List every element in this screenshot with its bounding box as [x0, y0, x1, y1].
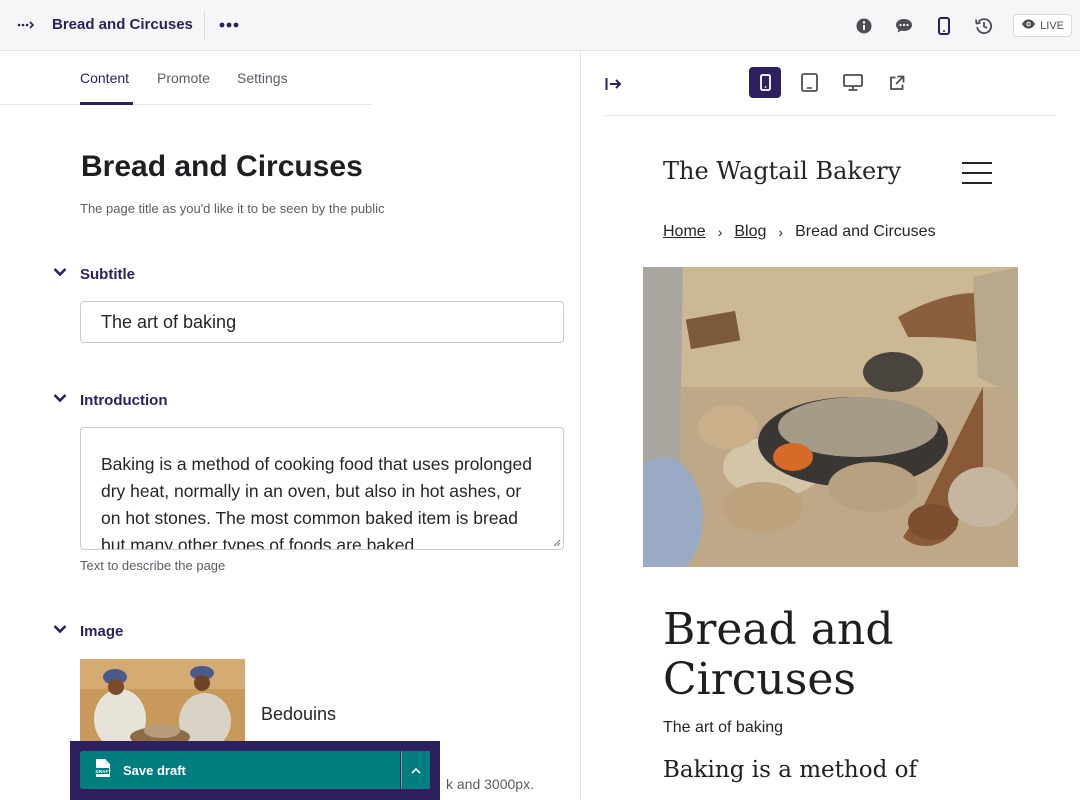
- active-tab-indicator: [80, 102, 133, 105]
- collapse-preview-icon[interactable]: [603, 75, 623, 93]
- introduction-label: Introduction: [80, 391, 168, 409]
- editor-panel: Content Promote Settings Bread and Circu…: [0, 51, 580, 800]
- tab-settings[interactable]: Settings: [237, 70, 288, 86]
- save-draft-label: Save draft: [123, 762, 186, 778]
- hamburger-menu-icon[interactable]: [962, 162, 992, 184]
- eye-icon: [1021, 19, 1036, 32]
- image-label: Image: [80, 622, 124, 640]
- image-name: Bedouins: [261, 704, 337, 724]
- live-status-badge[interactable]: LIVE: [1013, 14, 1072, 37]
- svg-text:DRAFT: DRAFT: [96, 769, 112, 774]
- tab-content[interactable]: Content: [80, 70, 129, 86]
- breadcrumb-home-link[interactable]: Home: [663, 223, 706, 241]
- top-header: Bread and Circuses LIVE: [0, 0, 1080, 51]
- editor-tabs: Content Promote Settings: [0, 51, 372, 105]
- header-actions: [850, 14, 998, 38]
- header-divider: [204, 11, 205, 40]
- subtitle-label: Subtitle: [80, 265, 135, 283]
- introduction-text: Baking is a method of cooking food that …: [101, 454, 532, 550]
- live-label: LIVE: [1040, 19, 1064, 32]
- external-link-icon[interactable]: [881, 67, 913, 98]
- introduction-help-text: Text to describe the page: [80, 558, 226, 573]
- image-thumbnail[interactable]: [80, 659, 245, 749]
- mobile-preview-icon[interactable]: [930, 14, 958, 38]
- breadcrumb-current: Bread and Circuses: [795, 223, 936, 240]
- site-brand[interactable]: The Wagtail Bakery: [663, 157, 901, 185]
- breadcrumb: Home › Blog › Bread and Circuses: [663, 223, 936, 241]
- introduction-section-toggle[interactable]: Introduction: [52, 390, 167, 410]
- subtitle-input[interactable]: The art of baking: [80, 301, 564, 343]
- breadcrumb-chevron-icon: ›: [717, 224, 723, 240]
- more-icon[interactable]: [216, 14, 242, 36]
- chevron-up-icon: [411, 761, 421, 779]
- draft-icon: DRAFT: [94, 758, 111, 783]
- chevron-down-icon: [52, 621, 68, 641]
- preview-panel: The Wagtail Bakery Home › Blog › Bread a…: [581, 51, 1080, 800]
- introduction-textarea[interactable]: Baking is a method of cooking food that …: [80, 427, 564, 550]
- subtitle-section-toggle[interactable]: Subtitle: [52, 264, 135, 284]
- resize-handle-icon[interactable]: [553, 539, 561, 547]
- preview-subtitle: The art of baking: [663, 719, 784, 736]
- image-help-text: k and 3000px.: [446, 776, 534, 792]
- history-icon[interactable]: [970, 14, 998, 38]
- save-draft-button[interactable]: DRAFT Save draft: [80, 751, 400, 789]
- page-title-field[interactable]: Bread and Circuses: [81, 150, 363, 184]
- breadcrumb-toggle-icon[interactable]: [16, 17, 36, 33]
- desktop-device-icon[interactable]: [837, 67, 869, 98]
- tab-promote[interactable]: Promote: [157, 70, 210, 86]
- title-help-text: The page title as you'd like it to be se…: [80, 201, 385, 216]
- chevron-down-icon: [52, 390, 68, 410]
- chevron-down-icon: [52, 264, 68, 284]
- image-section-toggle[interactable]: Image: [52, 621, 123, 641]
- hero-image: [643, 267, 1018, 567]
- breadcrumb-blog-link[interactable]: Blog: [734, 223, 766, 241]
- device-switcher: [749, 67, 913, 98]
- breadcrumb-chevron-icon: ›: [778, 224, 784, 240]
- more-actions-button[interactable]: [401, 751, 430, 789]
- preview-introduction: Baking is a method of: [663, 757, 917, 783]
- preview-title: Bread and Circuses: [663, 604, 894, 705]
- site-preview: The Wagtail Bakery Home › Blog › Bread a…: [605, 116, 1056, 800]
- tablet-device-icon[interactable]: [793, 67, 825, 98]
- mobile-device-icon[interactable]: [749, 67, 781, 98]
- comment-icon[interactable]: [890, 14, 918, 38]
- action-footer: DRAFT Save draft: [70, 741, 440, 800]
- info-icon[interactable]: [850, 14, 878, 38]
- page-name-breadcrumb[interactable]: Bread and Circuses: [52, 16, 193, 33]
